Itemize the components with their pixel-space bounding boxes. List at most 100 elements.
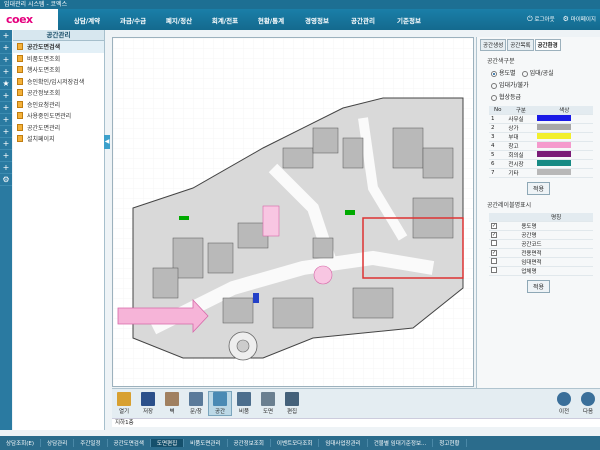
plus-icon[interactable]: + xyxy=(0,150,12,162)
floor-plan[interactable] xyxy=(113,38,474,387)
table-row[interactable]: 임대면적 xyxy=(489,257,593,267)
gear-icon[interactable]: ⚙ xyxy=(0,174,12,186)
open-tool[interactable]: 열기 xyxy=(112,392,136,415)
menu-item[interactable]: 상담/계약 xyxy=(64,15,110,25)
table-row[interactable]: 공간코드 xyxy=(489,239,593,249)
tab-space-env[interactable]: 공간환경 xyxy=(534,39,561,51)
color-swatch[interactable] xyxy=(537,151,572,157)
checkbox-checked[interactable]: ✓ xyxy=(491,223,497,229)
sidebar-item[interactable]: 행사도면조회 xyxy=(13,64,104,76)
table-row[interactable]: 2 상가 xyxy=(489,123,593,133)
sidebar-item[interactable]: 사용중인도면관리 xyxy=(13,110,104,122)
color-swatch[interactable] xyxy=(537,124,572,130)
plus-icon[interactable]: + xyxy=(0,90,12,102)
bottom-tab[interactable]: 상담관리 xyxy=(41,439,75,447)
plus-icon[interactable]: + xyxy=(0,66,12,78)
collapse-handle[interactable]: ◀ xyxy=(104,135,110,149)
checkbox-checked[interactable]: ✓ xyxy=(491,250,497,256)
logout-button[interactable]: ⏻ 로그아웃 xyxy=(527,15,555,24)
plus-icon[interactable]: + xyxy=(0,54,12,66)
menu-item[interactable]: 과금/수금 xyxy=(110,15,156,25)
plus-icon[interactable]: + xyxy=(0,30,12,42)
radio-row: 임대가/불가 xyxy=(491,80,600,89)
color-swatch[interactable] xyxy=(537,160,572,166)
drawing-tool[interactable]: 도면 xyxy=(256,392,280,415)
bottom-tab[interactable]: 비품도면관리 xyxy=(184,439,228,447)
color-swatch[interactable] xyxy=(537,169,572,175)
table-row[interactable]: 3 부대 xyxy=(489,132,593,142)
radio-option[interactable]: 협상등급 xyxy=(491,92,521,101)
sidebar-item[interactable]: 설치페이지 xyxy=(13,133,104,145)
power-icon: ⏻ xyxy=(527,15,533,23)
plus-icon[interactable]: + xyxy=(0,138,12,150)
menu-item[interactable]: 기준정보 xyxy=(386,15,432,25)
document-icon xyxy=(17,112,23,120)
bottom-tab[interactable]: 상담조회(E) xyxy=(0,439,42,447)
checkbox[interactable] xyxy=(491,258,497,264)
wall-tool[interactable]: 벽 xyxy=(160,392,184,415)
side-panel-title: 공간관리 xyxy=(13,30,104,41)
menu-item[interactable]: 회계/전표 xyxy=(202,15,248,25)
logo[interactable]: coex xyxy=(0,9,58,30)
radio-option[interactable]: 용도별 xyxy=(491,68,516,77)
sidebar-item[interactable]: 비품도면조회 xyxy=(13,53,104,65)
edit-tool[interactable]: 편집 xyxy=(280,392,304,415)
fixture-tool[interactable]: 비품 xyxy=(232,392,256,415)
plus-icon[interactable]: + xyxy=(0,42,12,54)
document-icon xyxy=(17,66,23,74)
redo-tool[interactable]: 다음 xyxy=(576,392,600,415)
radio-option[interactable]: 임대/공실 xyxy=(521,68,554,77)
table-row[interactable]: ✓ 공간명 xyxy=(489,230,593,240)
bottom-tab[interactable]: 청고현황 xyxy=(433,439,467,447)
mypage-button[interactable]: ⚙ 마이페이지 xyxy=(563,15,596,24)
table-row[interactable]: 5 회의실 xyxy=(489,150,593,160)
table-row[interactable]: 4 창고 xyxy=(489,141,593,151)
bottom-tab[interactable]: 이벤트모다조회 xyxy=(271,439,320,447)
star-icon[interactable]: ★ xyxy=(0,78,12,90)
checkbox[interactable] xyxy=(491,267,497,273)
table-row[interactable]: ✓ 용도명 xyxy=(489,221,593,231)
sidebar-item[interactable]: 공간정보조회 xyxy=(13,87,104,99)
tab-space-list[interactable]: 공간목록 xyxy=(507,39,534,51)
bottom-tab[interactable]: 주간일정 xyxy=(74,439,108,447)
table-row[interactable]: ✓ 전용면적 xyxy=(489,248,593,258)
undo-tool[interactable]: 이전 xyxy=(552,392,576,415)
color-swatch[interactable] xyxy=(537,142,572,148)
space-tool[interactable]: 공간 xyxy=(208,391,232,416)
sidebar-item[interactable]: 공간도면관리 xyxy=(13,122,104,134)
table-row[interactable]: 6 전시장 xyxy=(489,159,593,169)
table-row[interactable]: 7 기타 xyxy=(489,168,593,178)
bottom-tab[interactable]: 공간도면검색 xyxy=(108,439,151,447)
header-actions: ⏻ 로그아웃 ⚙ 마이페이지 xyxy=(527,15,600,24)
checkbox[interactable] xyxy=(491,240,497,246)
sidebar-item[interactable]: 승인확인/임시저장검색 xyxy=(13,76,104,88)
radio-option[interactable]: 임대가/불가 xyxy=(491,80,529,89)
sidebar-item[interactable]: 공간도면검색 xyxy=(13,41,104,53)
document-icon xyxy=(17,135,23,143)
menu-item[interactable]: 현황/통계 xyxy=(248,15,294,25)
bottom-tab[interactable]: 임대사업장관리 xyxy=(319,439,368,447)
plus-icon[interactable]: + xyxy=(0,126,12,138)
tab-space-create[interactable]: 공간생성 xyxy=(480,39,507,51)
bottom-tab[interactable]: 도면편집 xyxy=(150,439,185,447)
apply-button[interactable]: 적용 xyxy=(526,280,551,293)
door-tool[interactable]: 문/창 xyxy=(184,392,208,415)
color-swatch[interactable] xyxy=(537,115,572,121)
table-row[interactable]: 1 사무실 xyxy=(489,114,593,124)
folder-icon xyxy=(117,392,131,406)
floor-plan-canvas[interactable] xyxy=(112,37,474,387)
plus-icon[interactable]: + xyxy=(0,102,12,114)
table-row[interactable]: 업체명 xyxy=(489,266,593,276)
checkbox-checked[interactable]: ✓ xyxy=(491,232,497,238)
save-tool[interactable]: 저장 xyxy=(136,392,160,415)
menu-item[interactable]: 경영정보 xyxy=(294,15,340,25)
bottom-tab[interactable]: 건물별 임대기준정보... xyxy=(368,439,434,447)
sidebar-item[interactable]: 승인요청관리 xyxy=(13,99,104,111)
menu-item[interactable]: 공간관리 xyxy=(340,15,386,25)
menu-item[interactable]: 폐지/정산 xyxy=(156,15,202,25)
plus-icon[interactable]: + xyxy=(0,114,12,126)
bottom-tab[interactable]: 공간정보조회 xyxy=(228,439,271,447)
color-swatch[interactable] xyxy=(537,133,572,139)
apply-button[interactable]: 적용 xyxy=(526,182,551,195)
plus-icon[interactable]: + xyxy=(0,162,12,174)
